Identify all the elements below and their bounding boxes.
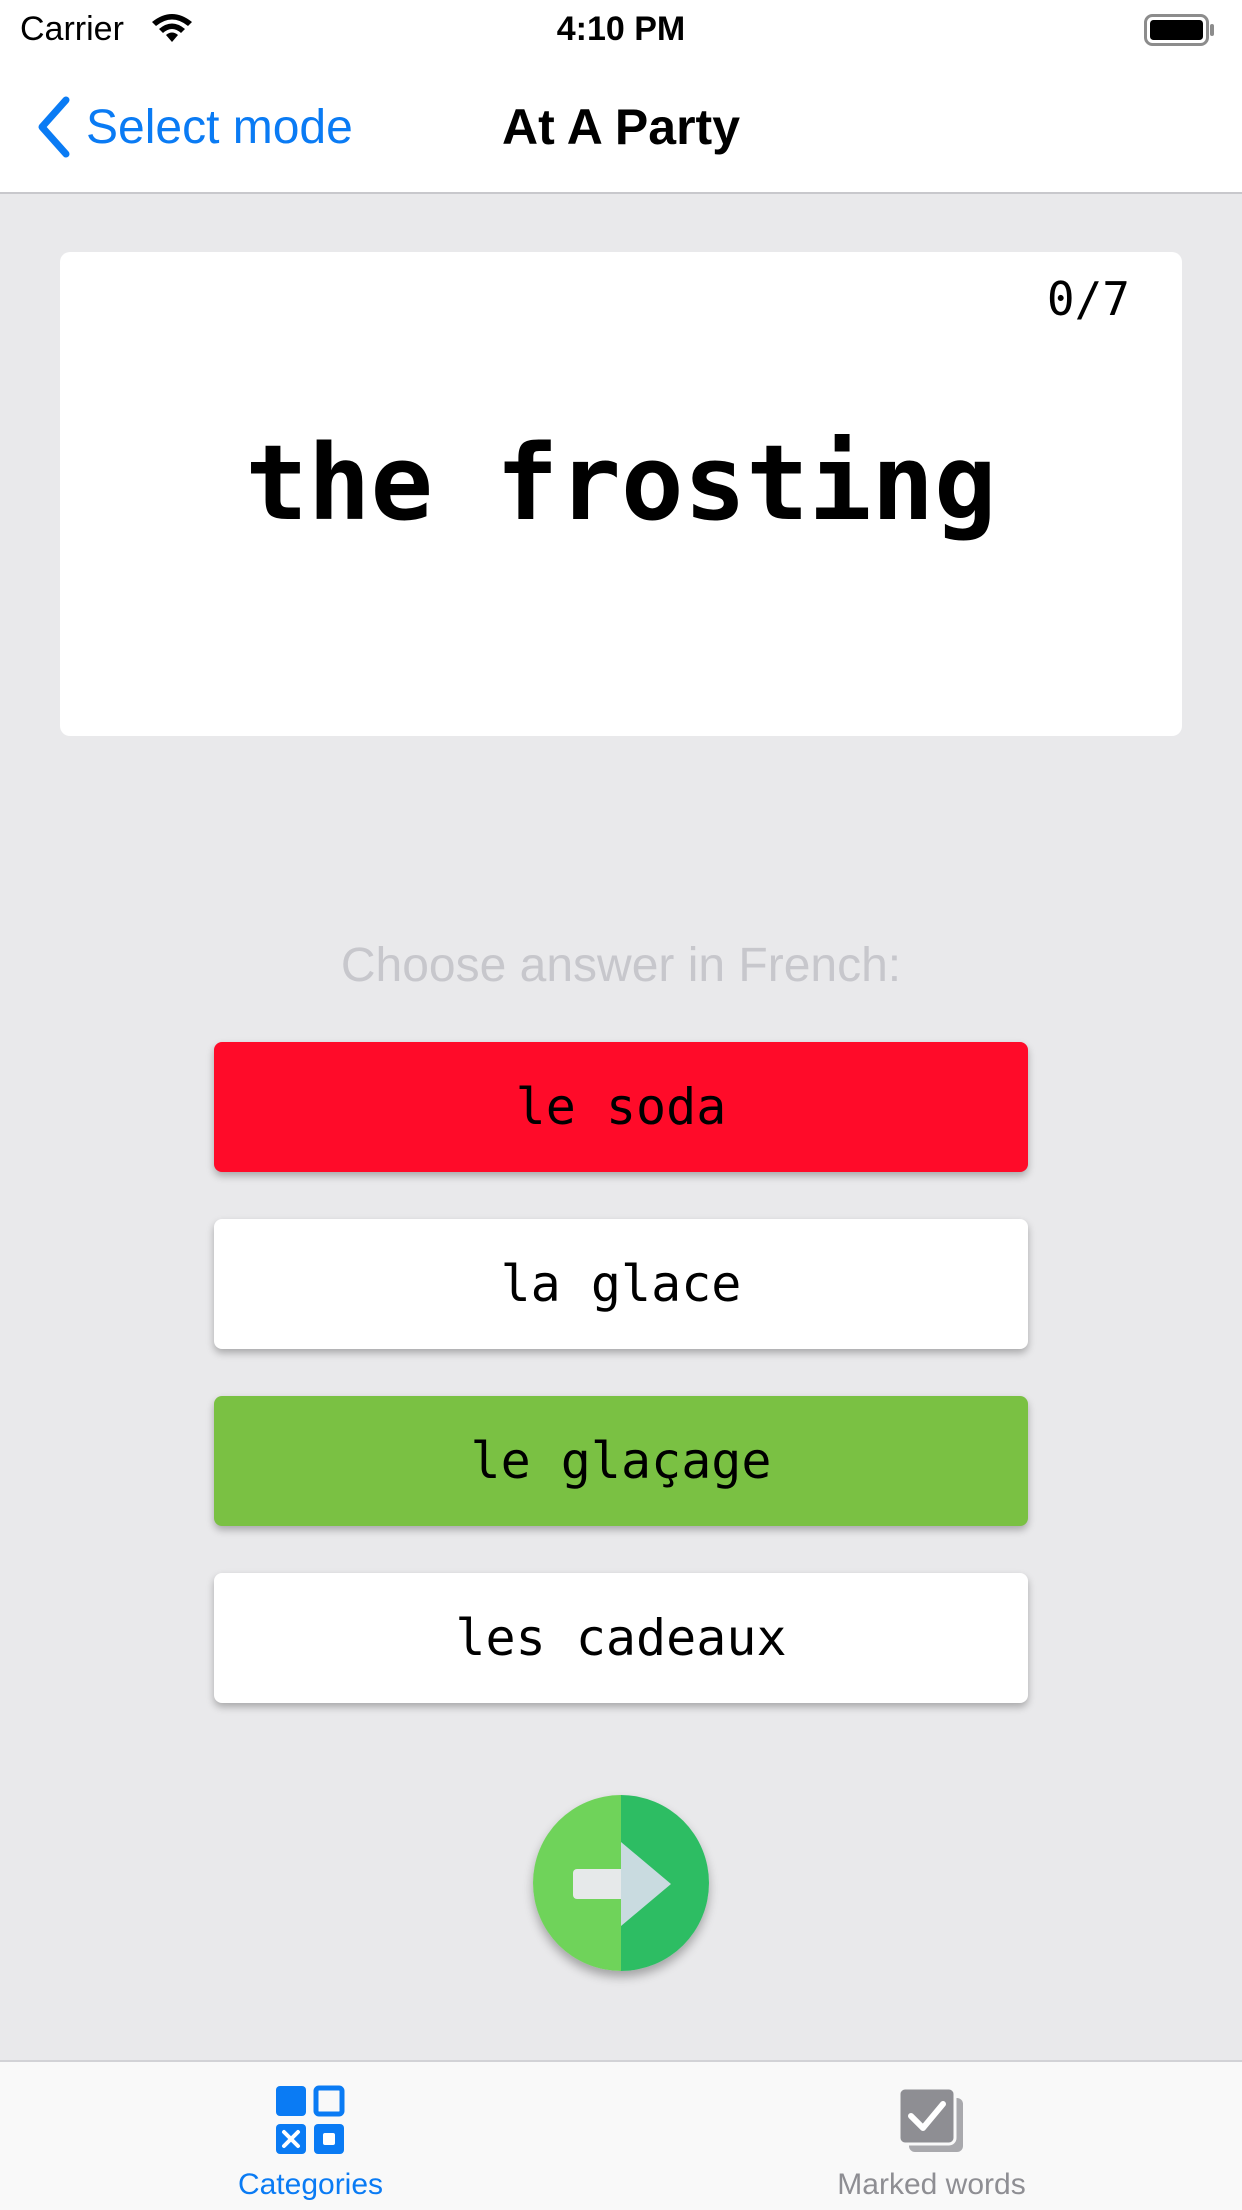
progress-counter: 0/7 <box>1046 272 1130 326</box>
tab-categories[interactable]: Categories <box>0 2062 621 2210</box>
tab-marked-words[interactable]: Marked words <box>621 2062 1242 2210</box>
answer-label: le soda <box>515 1078 727 1136</box>
answer-label: la glace <box>500 1255 742 1313</box>
next-button[interactable] <box>533 1795 709 1971</box>
arrow-right-icon <box>533 1795 709 1971</box>
answer-label: les cadeaux <box>455 1609 787 1667</box>
answer-button-le-glacage[interactable]: le glaçage <box>214 1396 1028 1526</box>
answer-button-le-soda[interactable]: le soda <box>214 1042 1028 1172</box>
tab-bar: Categories Marked words <box>0 2060 1242 2210</box>
answer-button-les-cadeaux[interactable]: les cadeaux <box>214 1573 1028 1703</box>
battery-icon <box>1144 14 1216 46</box>
status-time: 4:10 PM <box>556 10 686 48</box>
question-word: the frosting <box>245 422 997 544</box>
tab-label: Categories <box>237 2168 384 2201</box>
answer-prompt: Choose answer in French: <box>340 939 902 992</box>
status-bar: Carrier 4:10 PM <box>0 0 1242 62</box>
tab-label: Marked words <box>837 2168 1026 2201</box>
question-card: 0/7 the frosting <box>60 252 1182 736</box>
categories-grid-icon <box>276 2085 345 2154</box>
answer-button-la-glace[interactable]: la glace <box>214 1219 1028 1349</box>
answer-label: le glaçage <box>470 1432 772 1490</box>
page-title: At A Party <box>501 99 740 155</box>
checkbox-stack-icon <box>897 2086 963 2152</box>
navigation-bar: Select mode At A Party <box>0 62 1242 194</box>
